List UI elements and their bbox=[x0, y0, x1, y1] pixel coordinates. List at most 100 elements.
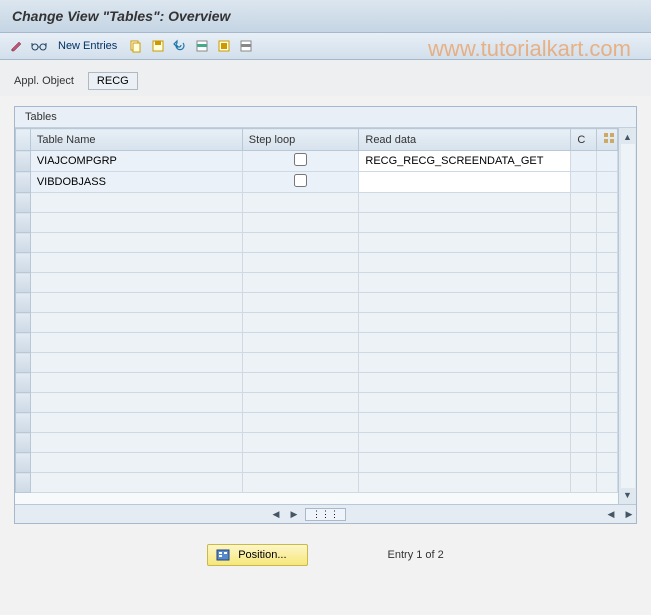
scroll-down-icon[interactable]: ▼ bbox=[621, 488, 635, 502]
table-row[interactable]: VIAJCOMPGRP RECG_RECG_SCREENDATA_GET bbox=[16, 151, 618, 172]
cell-step-loop[interactable] bbox=[242, 313, 359, 333]
cell-step-loop[interactable] bbox=[242, 413, 359, 433]
cell-read-data[interactable]: RECG_RECG_SCREENDATA_GET bbox=[359, 151, 571, 172]
vertical-scrollbar[interactable]: ▲ ▼ bbox=[618, 128, 636, 504]
table-row[interactable] bbox=[16, 353, 618, 373]
cell-step-loop[interactable] bbox=[242, 433, 359, 453]
row-selector[interactable] bbox=[16, 293, 31, 313]
cell-table-name[interactable] bbox=[30, 253, 242, 273]
cell-c[interactable] bbox=[571, 393, 596, 413]
cell-c[interactable] bbox=[571, 151, 596, 172]
save-icon[interactable] bbox=[149, 37, 167, 55]
step-loop-checkbox[interactable] bbox=[294, 153, 307, 166]
cell-step-loop[interactable] bbox=[242, 213, 359, 233]
table-row[interactable] bbox=[16, 233, 618, 253]
cell-table-name[interactable] bbox=[30, 373, 242, 393]
cell-c[interactable] bbox=[571, 193, 596, 213]
cell-read-data[interactable] bbox=[359, 172, 571, 193]
cell-step-loop[interactable] bbox=[242, 293, 359, 313]
table-row[interactable] bbox=[16, 413, 618, 433]
col-step-loop[interactable]: Step loop bbox=[242, 129, 359, 151]
scroll-track[interactable] bbox=[621, 144, 635, 488]
cell-c[interactable] bbox=[571, 172, 596, 193]
cell-read-data[interactable] bbox=[359, 353, 571, 373]
cell-read-data[interactable] bbox=[359, 193, 571, 213]
copy-icon[interactable] bbox=[127, 37, 145, 55]
cell-step-loop[interactable] bbox=[242, 193, 359, 213]
table-row[interactable] bbox=[16, 313, 618, 333]
cell-read-data[interactable] bbox=[359, 373, 571, 393]
cell-read-data[interactable] bbox=[359, 433, 571, 453]
cell-table-name[interactable] bbox=[30, 233, 242, 253]
cell-c[interactable] bbox=[571, 353, 596, 373]
cell-step-loop[interactable] bbox=[242, 273, 359, 293]
cell-step-loop[interactable] bbox=[242, 253, 359, 273]
cell-c[interactable] bbox=[571, 433, 596, 453]
cell-read-data[interactable] bbox=[359, 293, 571, 313]
select-icon[interactable] bbox=[193, 37, 211, 55]
col-read-data[interactable]: Read data bbox=[359, 129, 571, 151]
scroll-left2-icon[interactable]: ◀ bbox=[604, 507, 618, 521]
cell-step-loop[interactable] bbox=[242, 353, 359, 373]
cell-table-name[interactable] bbox=[30, 433, 242, 453]
col-table-name[interactable]: Table Name bbox=[30, 129, 242, 151]
row-selector[interactable] bbox=[16, 193, 31, 213]
cell-step-loop[interactable] bbox=[242, 333, 359, 353]
table-row[interactable] bbox=[16, 373, 618, 393]
deselect-icon[interactable] bbox=[237, 37, 255, 55]
cell-table-name[interactable] bbox=[30, 473, 242, 493]
cell-read-data[interactable] bbox=[359, 313, 571, 333]
cell-read-data[interactable] bbox=[359, 273, 571, 293]
cell-step-loop[interactable] bbox=[242, 393, 359, 413]
row-selector[interactable] bbox=[16, 473, 31, 493]
glasses-icon[interactable] bbox=[30, 37, 48, 55]
cell-step-loop[interactable] bbox=[242, 453, 359, 473]
row-selector[interactable] bbox=[16, 213, 31, 233]
cell-c[interactable] bbox=[571, 233, 596, 253]
row-selector-header[interactable] bbox=[16, 129, 31, 151]
cell-c[interactable] bbox=[571, 253, 596, 273]
scroll-left-icon[interactable]: ◀ bbox=[269, 507, 283, 521]
cell-table-name[interactable] bbox=[30, 193, 242, 213]
cell-table-name[interactable] bbox=[30, 353, 242, 373]
cell-table-name[interactable] bbox=[30, 393, 242, 413]
cell-table-name[interactable] bbox=[30, 333, 242, 353]
row-selector[interactable] bbox=[16, 393, 31, 413]
cell-table-name[interactable] bbox=[30, 293, 242, 313]
step-loop-checkbox[interactable] bbox=[294, 174, 307, 187]
row-selector[interactable] bbox=[16, 413, 31, 433]
cell-read-data[interactable] bbox=[359, 453, 571, 473]
cell-step-loop[interactable] bbox=[242, 172, 359, 193]
row-selector[interactable] bbox=[16, 273, 31, 293]
cell-c[interactable] bbox=[571, 273, 596, 293]
row-selector[interactable] bbox=[16, 253, 31, 273]
cell-c[interactable] bbox=[571, 413, 596, 433]
table-row[interactable] bbox=[16, 293, 618, 313]
table-row[interactable] bbox=[16, 193, 618, 213]
cell-read-data[interactable] bbox=[359, 253, 571, 273]
row-selector[interactable] bbox=[16, 151, 31, 172]
cell-c[interactable] bbox=[571, 293, 596, 313]
cell-read-data[interactable] bbox=[359, 413, 571, 433]
row-selector[interactable] bbox=[16, 313, 31, 333]
cell-table-name[interactable] bbox=[30, 273, 242, 293]
cell-table-name[interactable]: VIAJCOMPGRP bbox=[30, 151, 242, 172]
cell-step-loop[interactable] bbox=[242, 151, 359, 172]
row-selector[interactable] bbox=[16, 373, 31, 393]
position-button[interactable]: Position... bbox=[207, 544, 307, 566]
cell-table-name[interactable] bbox=[30, 313, 242, 333]
cell-c[interactable] bbox=[571, 213, 596, 233]
cell-step-loop[interactable] bbox=[242, 373, 359, 393]
table-row[interactable] bbox=[16, 333, 618, 353]
cell-read-data[interactable] bbox=[359, 393, 571, 413]
table-row[interactable] bbox=[16, 453, 618, 473]
row-selector[interactable] bbox=[16, 333, 31, 353]
select-all-icon[interactable] bbox=[215, 37, 233, 55]
row-selector[interactable] bbox=[16, 233, 31, 253]
table-row[interactable] bbox=[16, 213, 618, 233]
cell-c[interactable] bbox=[571, 453, 596, 473]
cell-c[interactable] bbox=[571, 373, 596, 393]
cell-c[interactable] bbox=[571, 333, 596, 353]
table-row[interactable] bbox=[16, 393, 618, 413]
col-config-icon[interactable] bbox=[596, 129, 617, 151]
